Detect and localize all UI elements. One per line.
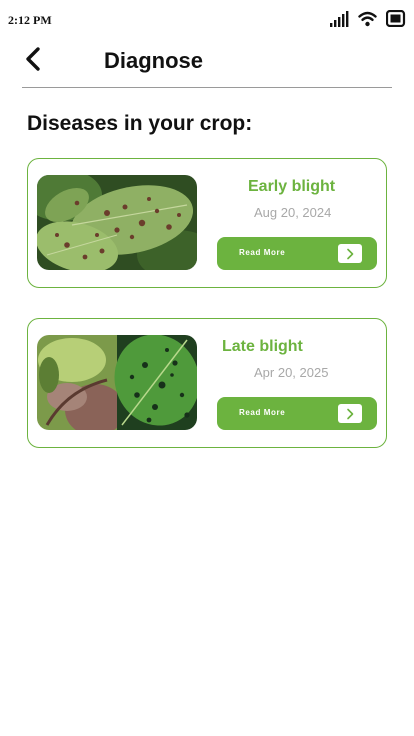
disease-card[interactable]: Late blight Apr 20, 2025 Read More [27,318,387,448]
section-title: Diseases in your crop: [27,112,253,135]
back-button[interactable] [22,46,44,76]
read-more-label: Read More [239,408,286,417]
disease-card[interactable]: Early blight Aug 20, 2024 Read More [27,158,387,288]
wifi-icon [358,11,377,27]
chevron-right-icon [338,244,362,263]
page-title: Diagnose [104,48,204,73]
disease-date: Aug 20, 2024 [254,205,332,220]
chevron-right-icon [338,404,362,423]
status-bar: 2:12 PM [0,0,414,40]
disease-name: Late blight [222,338,303,355]
read-more-button[interactable]: Read More [217,397,377,430]
chevron-left-icon [24,46,42,77]
read-more-button[interactable]: Read More [217,237,377,270]
status-icons [329,10,406,27]
disease-image [37,175,197,270]
disease-date: Apr 20, 2025 [254,365,329,380]
battery-icon [386,10,406,27]
status-time: 2:12 PM [8,13,52,27]
disease-image [37,335,197,430]
disease-name: Early blight [248,178,336,195]
signal-icon [329,10,349,27]
header: Diagnose [22,40,392,88]
read-more-label: Read More [239,248,286,257]
